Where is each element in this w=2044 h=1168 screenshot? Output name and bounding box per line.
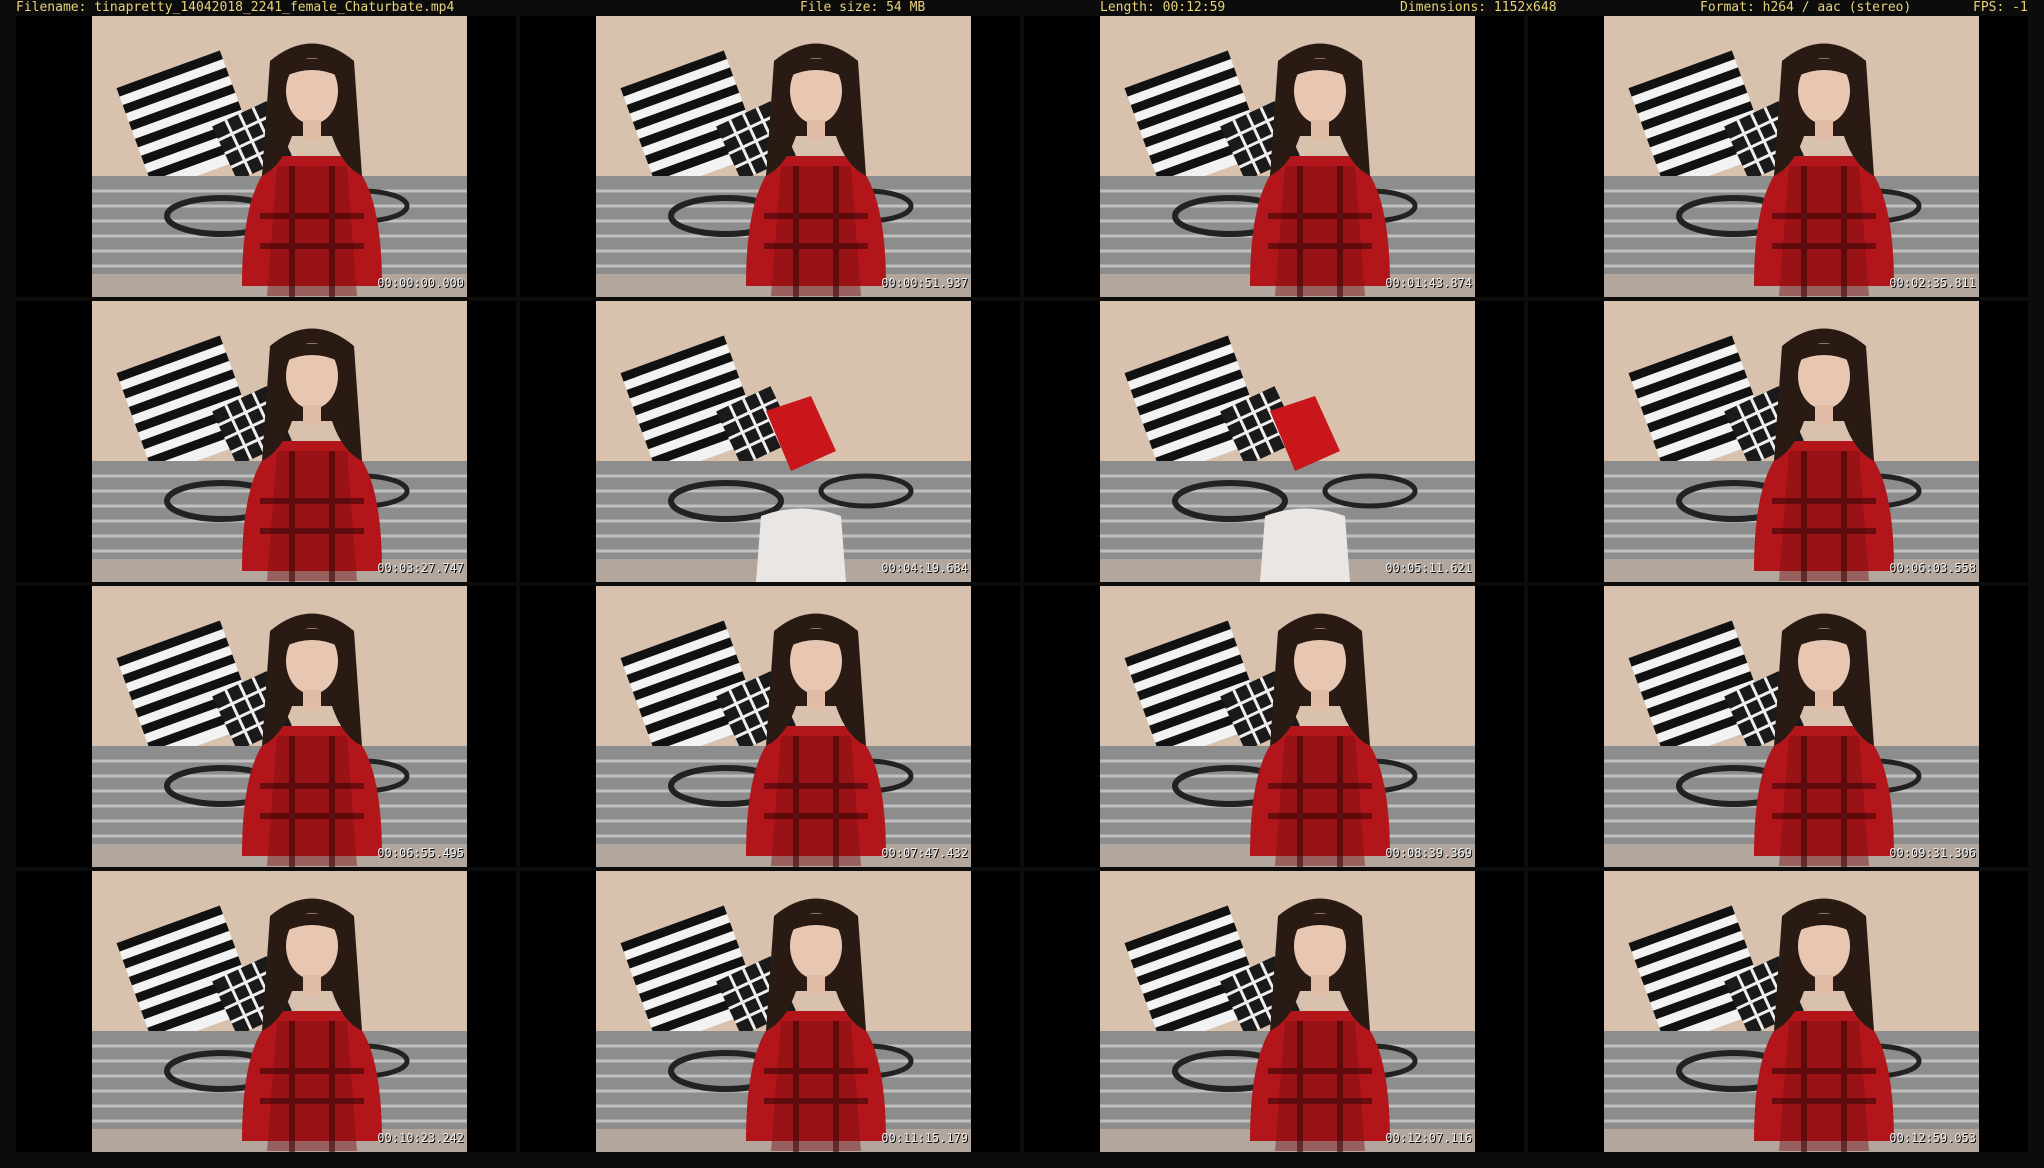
thumbnail-timestamp: 00:07:47.432 (881, 846, 968, 860)
thumbnail-timestamp: 00:10:23.242 (377, 1131, 464, 1145)
thumbnail-frame (596, 586, 971, 867)
thumbnail-cell[interactable]: 00:08:39.369 (1024, 586, 1524, 867)
thumbnail-cell[interactable]: 00:05:11.621 (1024, 301, 1524, 582)
thumbnail-frame (596, 16, 971, 297)
thumbnail-cell[interactable]: 00:06:55.495 (16, 586, 516, 867)
thumbnail-grid: 00:00:00.000 00:00:51.937 00:01:43.874 0… (16, 16, 2028, 1152)
header-dimensions: Dimensions: 1152x648 (1400, 0, 1557, 15)
header-file-size: File size: 54 MB (800, 0, 926, 15)
thumbnail-timestamp: 00:11:15.179 (881, 1131, 968, 1145)
thumbnail-frame (1100, 301, 1475, 582)
thumbnail-cell[interactable]: 00:12:59.053 (1528, 871, 2028, 1152)
thumbnail-timestamp: 00:05:11.621 (1385, 561, 1472, 575)
thumbnail-timestamp: 00:00:51.937 (881, 276, 968, 290)
thumbnail-frame (1604, 871, 1979, 1152)
thumbnail-cell[interactable]: 00:01:43.874 (1024, 16, 1524, 297)
white-chair (756, 508, 846, 582)
thumbnail-frame (1100, 586, 1475, 867)
thumbnail-cell[interactable]: 00:11:15.179 (520, 871, 1020, 1152)
thumbnail-frame (1100, 16, 1475, 297)
thumbnail-frame (1604, 586, 1979, 867)
thumbnail-timestamp: 00:12:59.053 (1889, 1131, 1976, 1145)
white-chair (1260, 508, 1350, 582)
thumbnail-timestamp: 00:00:00.000 (377, 276, 464, 290)
thumbnail-cell[interactable]: 00:12:07.116 (1024, 871, 1524, 1152)
thumbnail-timestamp: 00:08:39.369 (1385, 846, 1472, 860)
thumbnail-frame (1604, 301, 1979, 582)
thumbnail-cell[interactable]: 00:06:03.558 (1528, 301, 2028, 582)
thumbnail-timestamp: 00:04:19.684 (881, 561, 968, 575)
thumbnail-frame (92, 871, 467, 1152)
thumbnail-timestamp: 00:09:31.306 (1889, 846, 1976, 860)
thumbnail-cell[interactable]: 00:02:35.811 (1528, 16, 2028, 297)
thumbnail-timestamp: 00:12:07.116 (1385, 1131, 1472, 1145)
thumbnail-frame (596, 301, 971, 582)
thumbnail-timestamp: 00:06:55.495 (377, 846, 464, 860)
thumbnail-timestamp: 00:06:03.558 (1889, 561, 1976, 575)
contact-sheet-header: Filename: tinapretty_14042018_2241_femal… (0, 0, 2044, 15)
thumbnail-frame (596, 871, 971, 1152)
thumbnail-cell[interactable]: 00:03:27.747 (16, 301, 516, 582)
header-filename: Filename: tinapretty_14042018_2241_femal… (16, 0, 455, 15)
thumbnail-frame (92, 586, 467, 867)
thumbnail-cell[interactable]: 00:00:00.000 (16, 16, 516, 297)
thumbnail-cell[interactable]: 00:09:31.306 (1528, 586, 2028, 867)
thumbnail-cell[interactable]: 00:04:19.684 (520, 301, 1020, 582)
thumbnail-cell[interactable]: 00:10:23.242 (16, 871, 516, 1152)
thumbnail-timestamp: 00:02:35.811 (1889, 276, 1976, 290)
thumbnail-frame (92, 16, 467, 297)
thumbnail-cell[interactable]: 00:07:47.432 (520, 586, 1020, 867)
thumbnail-timestamp: 00:03:27.747 (377, 561, 464, 575)
thumbnail-frame (1100, 871, 1475, 1152)
thumbnail-cell[interactable]: 00:00:51.937 (520, 16, 1020, 297)
header-format: Format: h264 / aac (stereo) (1700, 0, 1912, 15)
thumbnail-frame (92, 301, 467, 582)
thumbnail-timestamp: 00:01:43.874 (1385, 276, 1472, 290)
thumbnail-frame (1604, 16, 1979, 297)
header-fps: FPS: -1 (1973, 0, 2028, 15)
header-length: Length: 00:12:59 (1100, 0, 1226, 15)
